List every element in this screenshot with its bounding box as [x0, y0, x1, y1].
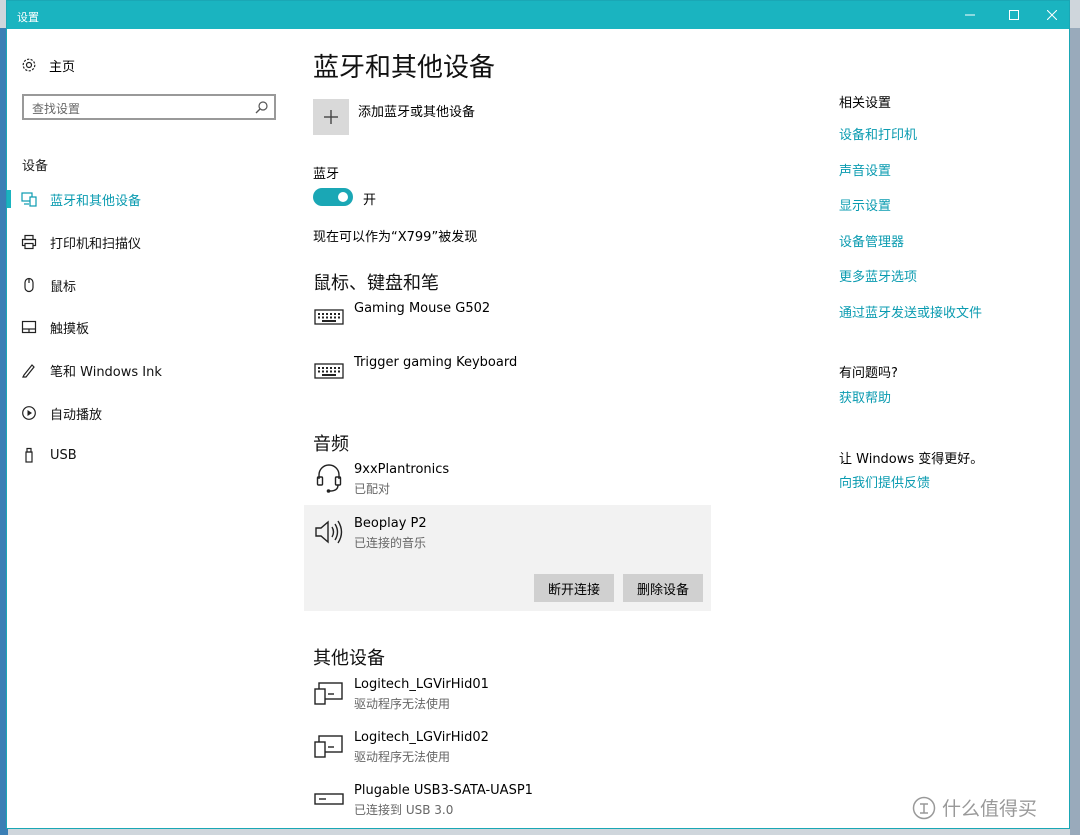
discoverable-text: 现在可以作为“X799”被发现	[313, 230, 478, 245]
improve-windows-title: 让 Windows 变得更好。	[839, 452, 984, 467]
maximize-icon	[1009, 10, 1019, 20]
device-status: 已连接到 USB 3.0	[354, 803, 454, 817]
sidebar-item-printers[interactable]: 打印机和扫描仪	[7, 225, 287, 259]
device-status: 已配对	[354, 482, 391, 496]
device-status: 已连接的音乐	[354, 536, 427, 550]
sidebar-item-label: 打印机和扫描仪	[50, 236, 142, 252]
device-name: Plugable USB3-SATA-UASP1	[354, 783, 533, 798]
gear-icon	[22, 58, 36, 72]
device-name: Logitech_LGVirHid02	[354, 730, 489, 745]
drive-icon	[313, 783, 345, 815]
add-device-label[interactable]: 添加蓝牙或其他设备	[358, 101, 475, 120]
device-status: 驱动程序无法使用	[354, 697, 451, 711]
other-devices-section-title: 其他设备	[313, 648, 385, 669]
link-device-manager[interactable]: 设备管理器	[839, 231, 904, 250]
generic-device-icon	[313, 730, 345, 762]
watermark-logo-icon	[912, 796, 936, 819]
link-devices-printers[interactable]: 设备和打印机	[839, 124, 917, 143]
link-get-help[interactable]: 获取帮助	[839, 387, 891, 406]
sidebar-item-touchpad[interactable]: 触摸板	[7, 310, 287, 344]
title-bar: 设置	[7, 1, 1069, 29]
minimize-button[interactable]	[948, 1, 992, 29]
add-device-button[interactable]	[313, 99, 349, 135]
bluetooth-devices-icon	[21, 191, 37, 207]
device-name: Gaming Mouse G502	[354, 301, 491, 316]
printer-icon	[21, 234, 37, 250]
toggle-knob	[338, 192, 348, 202]
sidebar-item-autoplay[interactable]: 自动播放	[7, 396, 287, 430]
generic-device-icon	[313, 677, 345, 709]
device-name: Logitech_LGVirHid01	[354, 677, 489, 692]
keyboard-icon	[313, 355, 345, 387]
plus-icon	[324, 110, 338, 124]
touchpad-icon	[21, 319, 37, 335]
bluetooth-toggle[interactable]	[313, 188, 353, 206]
window-title: 设置	[17, 11, 39, 24]
headset-icon	[313, 462, 345, 494]
link-sound-settings[interactable]: 声音设置	[839, 160, 891, 179]
sidebar-item-label: 触摸板	[50, 321, 90, 337]
mouse-keyboard-section-title: 鼠标、键盘和笔	[313, 273, 439, 294]
link-more-bluetooth-options[interactable]: 更多蓝牙选项	[839, 266, 917, 285]
question-title: 有问题吗?	[839, 366, 898, 381]
sidebar-item-label: 笔和 Windows Ink	[50, 364, 162, 380]
device-status: 驱动程序无法使用	[354, 750, 451, 764]
sidebar-home[interactable]: 主页	[21, 53, 75, 77]
sidebar-item-label: 自动播放	[50, 407, 103, 423]
link-display-settings[interactable]: 显示设置	[839, 195, 891, 214]
close-button[interactable]	[1030, 1, 1069, 29]
disconnect-button[interactable]: 断开连接	[534, 574, 614, 602]
sidebar-item-label: 鼠标	[50, 279, 77, 295]
settings-window: 设置 主页 查找设置 设备 蓝牙和其他设备 打印机和扫描仪 鼠标 触摸板 笔和 …	[6, 0, 1070, 829]
close-icon	[1047, 10, 1057, 20]
search-icon	[255, 101, 268, 114]
minimize-icon	[965, 14, 975, 16]
page-title: 蓝牙和其他设备	[313, 53, 496, 83]
sidebar-item-mouse[interactable]: 鼠标	[7, 268, 287, 302]
background-desktop-right	[1070, 28, 1080, 835]
usb-icon	[21, 447, 37, 463]
link-send-receive-files[interactable]: 通过蓝牙发送或接收文件	[839, 302, 982, 321]
sidebar-item-usb[interactable]: USB	[7, 438, 287, 472]
sidebar-section-title: 设备	[22, 159, 49, 174]
search-placeholder: 查找设置	[32, 102, 81, 116]
sidebar-item-label: USB	[50, 447, 77, 463]
autoplay-icon	[21, 405, 37, 421]
device-name: 9xxPlantronics	[354, 462, 450, 477]
toggle-state-text: 开	[363, 193, 377, 208]
pen-icon	[21, 362, 37, 378]
speaker-icon	[313, 516, 345, 548]
watermark: 什么值得买	[912, 794, 1037, 821]
watermark-text: 什么值得买	[942, 798, 1038, 820]
audio-section-title: 音频	[313, 434, 349, 455]
keyboard-icon	[313, 301, 345, 333]
sidebar-home-label: 主页	[49, 59, 76, 75]
device-name: Trigger gaming Keyboard	[354, 355, 518, 370]
sidebar-item-label: 蓝牙和其他设备	[50, 193, 142, 209]
related-settings-title: 相关设置	[839, 96, 892, 111]
device-name: Beoplay P2	[354, 516, 427, 531]
bluetooth-label: 蓝牙	[313, 167, 340, 182]
mouse-icon	[21, 277, 37, 293]
link-give-feedback[interactable]: 向我们提供反馈	[839, 472, 930, 491]
search-input[interactable]: 查找设置	[22, 94, 276, 120]
sidebar-item-bluetooth[interactable]: 蓝牙和其他设备	[7, 182, 287, 216]
remove-device-button[interactable]: 删除设备	[623, 574, 703, 602]
sidebar-item-pen[interactable]: 笔和 Windows Ink	[7, 353, 287, 387]
